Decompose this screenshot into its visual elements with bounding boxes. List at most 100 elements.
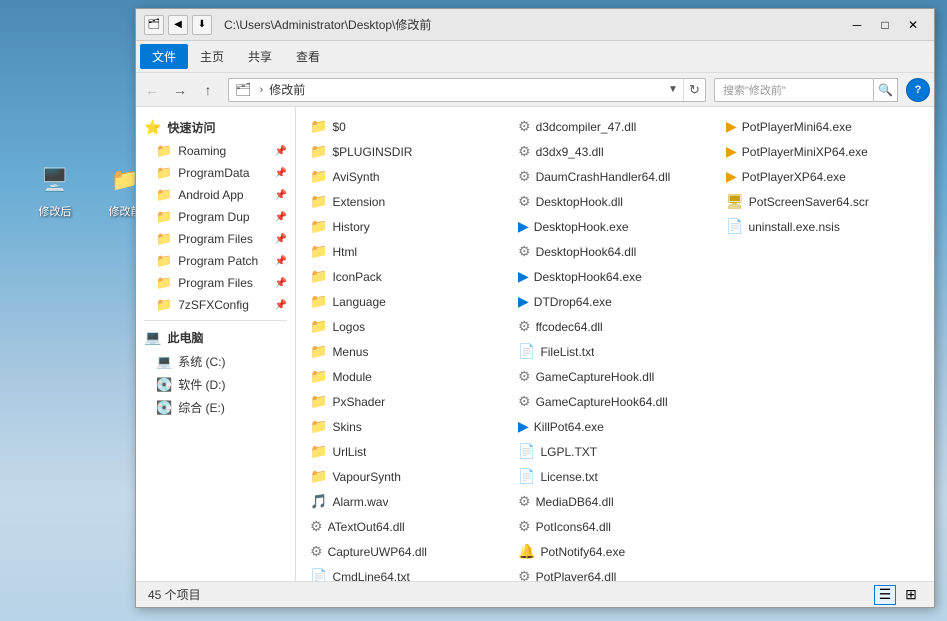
- forward-button[interactable]: →: [168, 78, 192, 102]
- file-item[interactable]: 📁History: [304, 215, 510, 238]
- view-details-button[interactable]: ☰: [874, 585, 896, 605]
- file-item[interactable]: 📁Language: [304, 290, 510, 313]
- file-icon: ⚙: [518, 318, 531, 335]
- sidebar-item-7zsfx[interactable]: 📁 7zSFXConfig 📌: [136, 294, 295, 316]
- file-item[interactable]: [720, 540, 926, 563]
- file-item[interactable]: ▶PotPlayerMiniXP64.exe: [720, 140, 926, 163]
- file-item[interactable]: 📁Logos: [304, 315, 510, 338]
- sidebar-item-roaming[interactable]: 📁 Roaming 📌: [136, 140, 295, 162]
- file-item[interactable]: ⚙DaumCrashHandler64.dll: [512, 165, 718, 188]
- sidebar-item-programdata[interactable]: 📁 ProgramData 📌: [136, 162, 295, 184]
- menu-item-file[interactable]: 文件: [140, 44, 188, 69]
- file-item[interactable]: [720, 265, 926, 288]
- menu-item-view[interactable]: 查看: [284, 44, 332, 69]
- file-item[interactable]: 📁Module: [304, 365, 510, 388]
- file-item[interactable]: 📁Menus: [304, 340, 510, 363]
- file-item[interactable]: 📁AviSynth: [304, 165, 510, 188]
- menu-item-home[interactable]: 主页: [188, 44, 236, 69]
- file-item[interactable]: 🔔PotNotify64.exe: [512, 540, 718, 563]
- back-button[interactable]: ←: [140, 78, 164, 102]
- file-item[interactable]: [720, 465, 926, 488]
- file-item[interactable]: [720, 565, 926, 581]
- file-item[interactable]: 📄FileList.txt: [512, 340, 718, 363]
- close-button[interactable]: ✕: [900, 15, 926, 35]
- file-item[interactable]: 📁Extension: [304, 190, 510, 213]
- file-item[interactable]: 🖥PotScreenSaver64.scr: [720, 190, 926, 213]
- file-item[interactable]: ▶KillPot64.exe: [512, 415, 718, 438]
- file-name: PotPlayerXP64.exe: [742, 170, 846, 184]
- sidebar-item-android[interactable]: 📁 Android App 📌: [136, 184, 295, 206]
- file-item[interactable]: ⚙CaptureUWP64.dll: [304, 540, 510, 563]
- file-item[interactable]: 🎵Alarm.wav: [304, 490, 510, 513]
- file-item[interactable]: ▶PotPlayerXP64.exe: [720, 165, 926, 188]
- file-item[interactable]: 📁$0: [304, 115, 510, 138]
- sidebar-drive-d[interactable]: 💽 软件 (D:): [136, 373, 295, 396]
- file-item[interactable]: [720, 240, 926, 263]
- refresh-button[interactable]: ↻: [683, 79, 705, 101]
- help-button[interactable]: ?: [906, 78, 930, 102]
- file-item[interactable]: [720, 515, 926, 538]
- file-item[interactable]: 📁IconPack: [304, 265, 510, 288]
- sidebar: ⭐ 快速访问 📁 Roaming 📌 📁 ProgramData 📌 📁 And…: [136, 107, 296, 581]
- file-item[interactable]: ⚙d3dcompiler_47.dll: [512, 115, 718, 138]
- file-icon: 📁: [310, 393, 327, 410]
- file-item[interactable]: [720, 315, 926, 338]
- file-item[interactable]: [720, 415, 926, 438]
- window-controls: ─ □ ✕: [844, 15, 926, 35]
- desktop-icon-after[interactable]: 🖥️ 修改后: [20, 160, 90, 219]
- sidebar-item-programfiles2[interactable]: 📁 Program Files 📌: [136, 272, 295, 294]
- file-item[interactable]: [720, 490, 926, 513]
- file-item[interactable]: ⚙PotIcons64.dll: [512, 515, 718, 538]
- pin-icon-5: 📌: [275, 256, 287, 267]
- file-item[interactable]: 📄License.txt: [512, 465, 718, 488]
- file-item[interactable]: ⚙MediaDB64.dll: [512, 490, 718, 513]
- file-item[interactable]: [720, 340, 926, 363]
- file-item[interactable]: 📄uninstall.exe.nsis: [720, 215, 926, 238]
- file-item[interactable]: ▶DesktopHook.exe: [512, 215, 718, 238]
- file-item[interactable]: [720, 365, 926, 388]
- file-item[interactable]: 📁VapourSynth: [304, 465, 510, 488]
- search-box[interactable]: 搜索"修改前": [714, 78, 874, 102]
- main-content: ⭐ 快速访问 📁 Roaming 📌 📁 ProgramData 📌 📁 And…: [136, 107, 934, 581]
- quick-access-header[interactable]: ⭐ 快速访问: [136, 115, 295, 140]
- file-item[interactable]: ⚙DesktopHook.dll: [512, 190, 718, 213]
- view-large-button[interactable]: ⊞: [900, 585, 922, 605]
- sidebar-item-programpatch[interactable]: 📁 Program Patch 📌: [136, 250, 295, 272]
- file-item[interactable]: ⚙ATextOut64.dll: [304, 515, 510, 538]
- status-bar: 45 个项目 ☰ ⊞: [136, 581, 934, 607]
- sidebar-item-programfiles[interactable]: 📁 Program Files 📌: [136, 228, 295, 250]
- file-item[interactable]: ▶DTDrop64.exe: [512, 290, 718, 313]
- file-item[interactable]: ⚙GameCaptureHook64.dll: [512, 390, 718, 413]
- file-item[interactable]: 📁Html: [304, 240, 510, 263]
- file-name: Logos: [332, 320, 365, 334]
- file-item[interactable]: ⚙GameCaptureHook.dll: [512, 365, 718, 388]
- file-item[interactable]: [720, 390, 926, 413]
- file-item[interactable]: ▶PotPlayerMini64.exe: [720, 115, 926, 138]
- file-item[interactable]: 📄LGPL.TXT: [512, 440, 718, 463]
- address-dropdown-btn[interactable]: ▼: [663, 79, 683, 101]
- sidebar-drive-c[interactable]: 💻 系统 (C:): [136, 350, 295, 373]
- file-item[interactable]: [720, 440, 926, 463]
- sidebar-drive-e[interactable]: 💽 综合 (E:): [136, 396, 295, 419]
- file-item[interactable]: [720, 290, 926, 313]
- file-name: CmdLine64.txt: [332, 570, 409, 582]
- file-item[interactable]: ▶DesktopHook64.exe: [512, 265, 718, 288]
- file-name: License.txt: [540, 470, 597, 484]
- file-item[interactable]: ⚙DesktopHook64.dll: [512, 240, 718, 263]
- search-button[interactable]: 🔍: [874, 78, 898, 102]
- file-item[interactable]: ⚙ffcodec64.dll: [512, 315, 718, 338]
- sidebar-item-programdup[interactable]: 📁 Program Dup 📌: [136, 206, 295, 228]
- this-pc-header[interactable]: 💻 此电脑: [136, 325, 295, 350]
- minimize-button[interactable]: ─: [844, 15, 870, 35]
- file-item[interactable]: 📁$PLUGINSDIR: [304, 140, 510, 163]
- up-button[interactable]: ↑: [196, 78, 220, 102]
- file-item[interactable]: ⚙PotPlayer64.dll: [512, 565, 718, 581]
- file-item[interactable]: ⚙d3dx9_43.dll: [512, 140, 718, 163]
- file-item[interactable]: 📄CmdLine64.txt: [304, 565, 510, 581]
- menu-item-share[interactable]: 共享: [236, 44, 284, 69]
- maximize-button[interactable]: □: [872, 15, 898, 35]
- title-bar: 🗂 ◀ ⬇ C:\Users\Administrator\Desktop\修改前…: [136, 9, 934, 41]
- file-item[interactable]: 📁Skins: [304, 415, 510, 438]
- file-item[interactable]: 📁UrlList: [304, 440, 510, 463]
- file-item[interactable]: 📁PxShader: [304, 390, 510, 413]
